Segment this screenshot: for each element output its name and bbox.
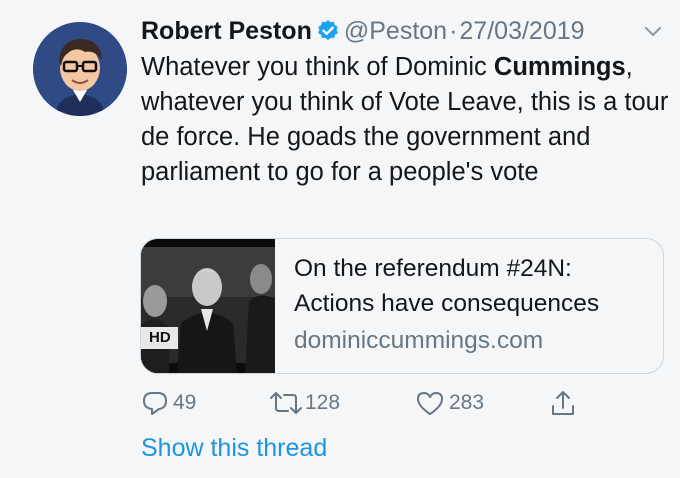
card-thumbnail: HD xyxy=(141,239,275,373)
film-still-image xyxy=(141,239,275,373)
separator-dot: · xyxy=(449,17,458,45)
retweet-icon xyxy=(269,389,303,417)
share-button[interactable] xyxy=(549,386,577,420)
tweet-text-bold: Cummings xyxy=(493,53,626,81)
show-thread-link[interactable]: Show this thread xyxy=(141,430,327,466)
card-text: On the referendum #24N: Actions have con… xyxy=(294,251,654,358)
author-name[interactable]: Robert Peston xyxy=(141,17,312,45)
tweet-text: Whatever you think of Dominic Cummings, … xyxy=(141,50,671,190)
reply-icon xyxy=(141,389,169,417)
chevron-down-icon[interactable] xyxy=(642,20,664,42)
card-domain: dominiccummings.com xyxy=(294,327,544,354)
author-avatar[interactable] xyxy=(33,22,127,116)
verified-badge-icon xyxy=(316,16,340,40)
reply-button[interactable]: 49 xyxy=(141,386,196,420)
author-handle[interactable]: @Peston xyxy=(344,17,447,45)
link-card[interactable]: HD On the referendum #24N: Actions have … xyxy=(140,238,664,374)
share-icon xyxy=(549,388,577,418)
retweet-button[interactable]: 128 xyxy=(269,386,340,420)
tweet-actions: 49 128 283 xyxy=(141,386,601,420)
hd-badge: HD xyxy=(141,327,178,349)
tweet-header: Robert Peston @Peston·27/03/2019 xyxy=(141,12,585,50)
like-button[interactable]: 283 xyxy=(415,386,484,420)
avatar-illustration xyxy=(33,22,127,116)
reply-count: 49 xyxy=(173,391,197,414)
tweet[interactable]: Robert Peston @Peston·27/03/2019 Whateve… xyxy=(0,0,680,478)
like-count: 283 xyxy=(449,391,485,414)
tweet-text-part1: Whatever you think of Dominic xyxy=(141,53,494,81)
retweet-count: 128 xyxy=(305,391,341,414)
heart-icon xyxy=(415,389,445,417)
card-title: On the referendum #24N: Actions have con… xyxy=(294,255,600,317)
tweet-date[interactable]: 27/03/2019 xyxy=(459,17,584,45)
